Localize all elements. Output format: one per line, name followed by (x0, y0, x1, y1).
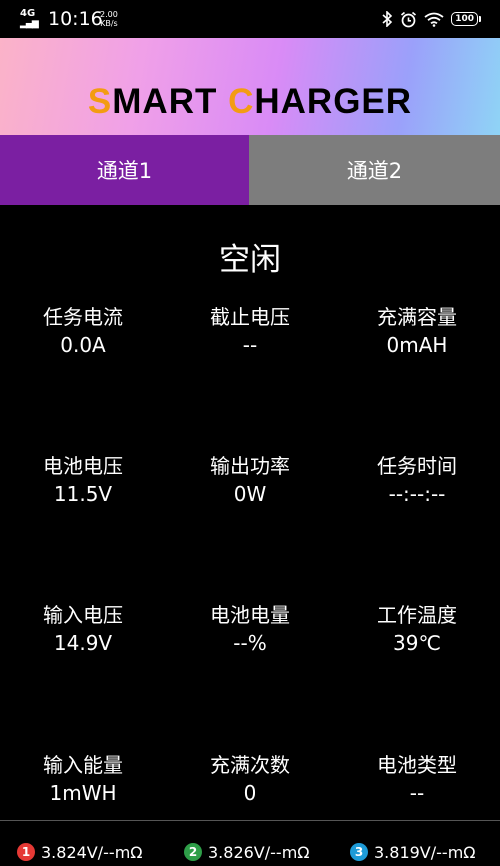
cell-voltage-bar: 1 3.824V/--mΩ 2 3.826V/--mΩ 3 3.819V/--m… (0, 838, 500, 866)
cell-1: 1 3.824V/--mΩ (17, 842, 143, 862)
network-speed-value: 2.00 (100, 10, 118, 19)
metric-battery-type: 电池类型 -- (334, 751, 500, 807)
logo-text-mart: MART (112, 82, 229, 121)
network-speed: 2.00 KB/s (100, 10, 118, 28)
metric-value: --:--:-- (388, 482, 446, 506)
network-indicator: 4G ▂▄▆ (20, 8, 39, 30)
channel-tabs: 通道1 通道2 (0, 135, 500, 205)
metric-task-current: 任务电流 0.0A (0, 303, 166, 359)
cell-value: 3.824V/--mΩ (41, 842, 143, 862)
app-logo: SMART CHARGER (0, 82, 500, 122)
metric-value: -- (409, 781, 425, 805)
cell-value: 3.819V/--mΩ (374, 842, 476, 862)
cell-index-badge: 3 (350, 843, 368, 861)
metric-label: 电池类型 (377, 753, 457, 777)
network-type: 4G (20, 8, 36, 19)
metric-label: 输出功率 (210, 454, 290, 478)
metric-label: 输入能量 (43, 753, 123, 777)
metric-value: 0mAH (386, 333, 448, 357)
battery-icon: 100 (451, 12, 481, 26)
logo-letter-c: C (228, 82, 255, 121)
wifi-icon (424, 12, 444, 27)
tab-channel-2[interactable]: 通道2 (249, 135, 500, 205)
status-bar: 4G ▂▄▆ 10:16 2.00 KB/s 100 (0, 0, 500, 38)
divider (0, 820, 500, 821)
alarm-icon (401, 11, 417, 27)
cell-2: 2 3.826V/--mΩ (184, 842, 310, 862)
metric-label: 电池电量 (210, 603, 290, 627)
metric-value: 11.5V (53, 482, 113, 506)
metric-value: 0 (243, 781, 257, 805)
metric-value: 14.9V (53, 631, 113, 655)
metric-value: -- (242, 333, 258, 357)
metric-battery-voltage: 电池电压 11.5V (0, 452, 166, 508)
metric-battery-level: 电池电量 --% (167, 601, 333, 657)
cell-index-badge: 1 (17, 843, 35, 861)
metric-value: --% (233, 631, 267, 655)
metric-label: 电池电压 (43, 454, 123, 478)
metric-label: 输入电压 (43, 603, 123, 627)
signal-icon: ▂▄▆ (20, 19, 39, 29)
charge-status: 空闲 (219, 242, 281, 278)
metric-value: 39℃ (393, 631, 441, 655)
metric-value: 1mWH (49, 781, 117, 805)
metric-label: 截止电压 (210, 305, 290, 329)
metric-task-time: 任务时间 --:--:-- (334, 452, 500, 508)
bluetooth-icon (382, 11, 393, 27)
metric-cutoff-voltage: 截止电压 -- (167, 303, 333, 359)
cell-index-badge: 2 (184, 843, 202, 861)
metric-label: 充满次数 (210, 753, 290, 777)
metric-input-energy: 输入能量 1mWH (0, 751, 166, 807)
cell-value: 3.826V/--mΩ (208, 842, 310, 862)
metric-output-power: 输出功率 0W (167, 452, 333, 508)
network-speed-unit: KB/s (100, 19, 118, 28)
logo-text-harger: HARGER (254, 82, 413, 121)
metric-label: 任务电流 (43, 305, 123, 329)
tab-channel-1[interactable]: 通道1 (0, 135, 249, 205)
header-banner: SMART CHARGER (0, 38, 500, 135)
cell-3: 3 3.819V/--mΩ (350, 842, 476, 862)
metric-input-voltage: 输入电压 14.9V (0, 601, 166, 657)
metric-label: 充满容量 (377, 305, 457, 329)
metric-full-capacity: 充满容量 0mAH (334, 303, 500, 359)
status-icons: 100 (382, 9, 481, 29)
logo-letter-s: S (87, 82, 113, 121)
metric-working-temperature: 工作温度 39℃ (334, 601, 500, 657)
metric-value: 0W (233, 482, 267, 506)
clock: 10:16 (48, 8, 103, 30)
metric-label: 任务时间 (377, 454, 457, 478)
metric-full-charge-count: 充满次数 0 (167, 751, 333, 807)
metric-value: 0.0A (60, 333, 106, 357)
metric-label: 工作温度 (377, 603, 457, 627)
